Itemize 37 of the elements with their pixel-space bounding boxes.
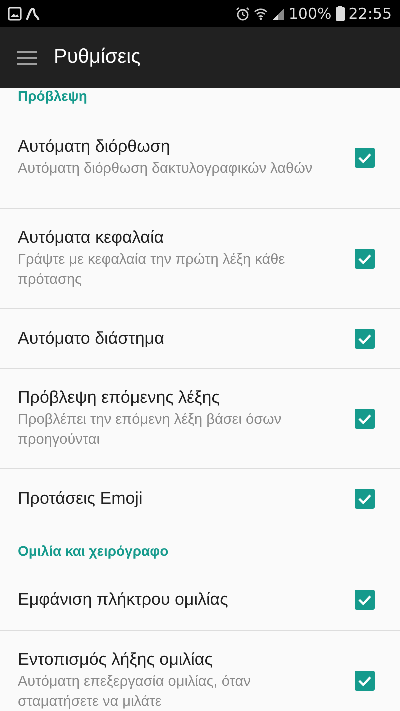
checkbox[interactable] [355, 408, 375, 428]
setting-title: Αυτόματη διόρθωση [18, 137, 172, 157]
checkbox[interactable] [355, 248, 375, 268]
squiggle-icon [26, 6, 40, 20]
setting-summary: Αυτόματη διόρθωση δακτυλογραφικών λαθών [18, 160, 314, 179]
section-header: Πρόβλεψη [18, 88, 88, 104]
checkbox[interactable] [355, 328, 375, 348]
wifi-icon [254, 6, 268, 20]
setting-title: Αυτόματα κεφαλαία [18, 228, 166, 248]
setting-row[interactable]: Προτάσεις Emoji [0, 468, 400, 528]
setting-row[interactable]: Εντοπισμός λήξης ομιλίας Αυτόματη επεξεργασία ομιλίας, όταν σταματήσετε να μιλάτε [0, 630, 400, 711]
alarm-icon [236, 6, 250, 20]
setting-summary: Αυτόματη επεξεργασία ομιλίας, όταν σταματήσετε να μιλάτε [18, 672, 252, 711]
section-header: Ομιλία και χειρόγραφο [18, 543, 169, 559]
setting-summary: Προβλέπει την επόμενη λέξη βάσει όσων προηγούνται [18, 410, 283, 450]
menu-icon[interactable] [17, 50, 37, 64]
setting-title: Πρόβλεψη επόμενης λέξης [18, 388, 221, 408]
screen-title: Ρυθμίσεις [54, 46, 141, 69]
setting-title: Εμφάνιση πλήκτρου ομιλίας [18, 590, 230, 610]
setting-summary: Γράψτε με κεφαλαία την πρώτη λέξη κάθε πρότασης [18, 250, 286, 290]
setting-title: Προτάσεις Emoji [18, 488, 144, 508]
setting-row[interactable]: Αυτόματη διόρθωση Αυτόματη διόρθωση δακτυλογραφικών λαθών [0, 108, 400, 208]
setting-row[interactable]: Εμφάνιση πλήκτρου ομιλίας [0, 570, 400, 630]
setting-row[interactable]: Αυτόματα κεφαλαία Γράψτε με κεφαλαία την πρώτη λέξη κάθε πρότασης [0, 208, 400, 308]
gallery-icon [8, 6, 22, 20]
checkbox[interactable] [355, 670, 375, 690]
setting-row[interactable]: Αυτόματο διάστημα [0, 308, 400, 368]
setting-title: Αυτόματο διάστημα [18, 328, 166, 348]
battery-percent: 100% [288, 4, 332, 22]
setting-title: Εντοπισμός λήξης ομιλίας [18, 650, 214, 670]
battery-icon [336, 6, 345, 21]
checkbox[interactable] [355, 590, 375, 610]
checkbox[interactable] [355, 488, 375, 508]
checkbox[interactable] [355, 148, 375, 168]
clock-time: 22:55 [348, 4, 392, 22]
setting-row[interactable]: Πρόβλεψη επόμενης λέξης Προβλέπει την επόμενη λέξη βάσει όσων προηγούνται [0, 368, 400, 468]
signal-icon [272, 6, 285, 20]
